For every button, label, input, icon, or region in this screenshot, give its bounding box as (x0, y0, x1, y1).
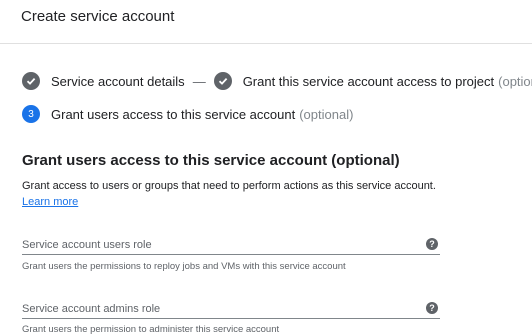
field-label: Service account admins role (22, 303, 161, 315)
page-header: Create service account (0, 0, 532, 44)
help-icon[interactable]: ? (426, 238, 438, 250)
check-circle-icon (213, 72, 232, 90)
field-hint: Grant users the permission to administer… (22, 324, 280, 335)
service-account-users-role-field[interactable]: Service account users role ? (22, 237, 440, 255)
stepper-row-2: 3 Grant users access to this service acc… (22, 105, 353, 123)
learn-more-link[interactable]: Learn more (22, 196, 78, 208)
check-circle-icon (22, 72, 40, 90)
step-number-badge: 3 (22, 105, 40, 123)
step-label-details[interactable]: Service account details (51, 74, 185, 89)
step-optional-label: (optional) (498, 73, 532, 89)
stepper-row-1: Service account details — Grant this ser… (22, 72, 532, 90)
step-optional-label: (optional) (299, 106, 354, 122)
step-label-grant-project[interactable]: Grant this service account access to pro… (243, 74, 494, 89)
field-hint: Grant users the permissions to reploy jo… (22, 261, 346, 272)
section-description: Grant access to users or groups that nee… (22, 180, 436, 192)
step-label-grant-users[interactable]: Grant users access to this service accou… (51, 107, 295, 122)
page-title: Create service account (21, 8, 175, 25)
step-separator: — (192, 73, 206, 89)
service-account-admins-role-field[interactable]: Service account admins role ? (22, 301, 440, 319)
field-label: Service account users role (22, 239, 152, 251)
section-title: Grant users access to this service accou… (22, 152, 400, 169)
help-icon[interactable]: ? (426, 302, 438, 314)
